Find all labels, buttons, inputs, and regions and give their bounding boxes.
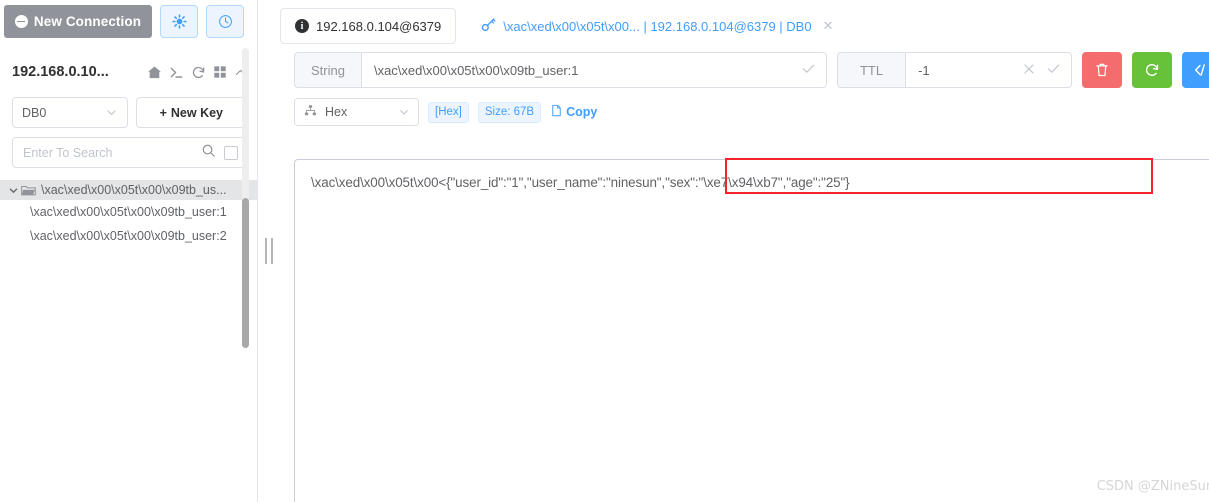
tab-connection-info[interactable]: i 192.168.0.104@6379 — [280, 8, 457, 44]
settings-button[interactable] — [160, 5, 198, 38]
tree-key-label: \xac\xed\x00\x05t\x00\x09tb_user:1 — [30, 205, 227, 219]
tree-key-item[interactable]: \xac\xed\x00\x05t\x00\x09tb_user:2 — [0, 224, 257, 248]
format-badge: [Hex] — [428, 101, 469, 123]
connection-header: 192.168.0.10... — [0, 55, 257, 89]
hierarchy-icon — [304, 104, 317, 120]
refresh-icon[interactable] — [191, 65, 206, 80]
tree-folder-label: \xac\xed\x00\x05t\x00\x09tb_us... — [41, 183, 227, 197]
key-icon — [481, 17, 496, 35]
view-format-value: Hex — [325, 105, 348, 119]
document-icon — [550, 104, 563, 120]
sidebar-scrollbar[interactable] — [242, 48, 249, 348]
history-button[interactable] — [206, 5, 244, 38]
tab-bar: i 192.168.0.104@6379 \xac\xed\x00\x05t\x… — [280, 0, 1209, 44]
plus-circle-icon — [14, 15, 28, 28]
tree-key-label: \xac\xed\x00\x05t\x00\x09tb_user:2 — [30, 229, 227, 243]
reload-key-button[interactable] — [1132, 52, 1173, 88]
connection-header-icons — [147, 65, 247, 80]
grid-icon[interactable] — [213, 65, 227, 79]
app-root: New Connection 192.168.0.10... DB0 + New… — [0, 0, 1209, 502]
tab-label: 192.168.0.104@6379 — [316, 18, 442, 34]
key-type-label: String — [294, 52, 361, 88]
splitter-grip-icon — [265, 238, 273, 264]
new-connection-label: New Connection — [33, 14, 142, 29]
ttl-input-actions — [1022, 61, 1061, 79]
key-input-group: String \xac\xed\x00\x05t\x00\x09tb_user:… — [294, 52, 827, 88]
confirm-icon[interactable] — [801, 61, 816, 79]
key-name-input[interactable]: \xac\xed\x00\x05t\x00\x09tb_user:1 — [360, 52, 827, 88]
key-input-actions — [801, 61, 816, 79]
tree-key-item[interactable]: \xac\xed\x00\x05t\x00\x09tb_user:1 — [0, 200, 257, 224]
tree-folder-node[interactable]: \xac\xed\x00\x05t\x00\x09tb_us... — [0, 180, 257, 200]
new-key-label: New Key — [170, 105, 223, 120]
tab-key-editor[interactable]: \xac\xed\x00\x05t\x00... | 192.168.0.104… — [466, 8, 849, 44]
refresh-icon — [1146, 63, 1159, 76]
delete-key-button[interactable] — [1082, 52, 1123, 88]
copy-button[interactable]: Copy — [550, 104, 597, 120]
key-name-value: \xac\xed\x00\x05t\x00\x09tb_user:1 — [373, 62, 579, 78]
connection-title: 192.168.0.10... — [12, 64, 109, 80]
new-key-button[interactable]: + New Key — [135, 97, 247, 128]
new-connection-button[interactable]: New Connection — [4, 5, 152, 38]
search-icon[interactable] — [201, 143, 216, 163]
chevron-down-icon — [106, 110, 116, 116]
value-text: \xac\xed\x00\x05t\x00<{"user_id":"1","us… — [311, 175, 850, 190]
key-tree: \xac\xed\x00\x05t\x00\x09tb_us... \xac\x… — [0, 180, 257, 248]
sidebar-scrollbar-thumb[interactable] — [242, 198, 249, 348]
ttl-value: -1 — [918, 62, 930, 78]
settings-icon — [171, 14, 187, 29]
format-bar: Hex [Hex] Size: 67B Copy — [280, 88, 1209, 126]
code-icon — [1194, 64, 1205, 76]
info-icon: i — [295, 19, 309, 33]
confirm-icon[interactable] — [1046, 61, 1061, 79]
plus-icon: + — [159, 105, 167, 120]
select-all-checkbox[interactable] — [224, 145, 238, 160]
panel-splitter[interactable] — [258, 0, 280, 502]
size-badge: Size: 67B — [477, 101, 542, 123]
value-textarea[interactable]: \xac\xed\x00\x05t\x00<{"user_id":"1","us… — [294, 159, 1209, 502]
clear-icon[interactable] — [1022, 62, 1036, 79]
db-select[interactable]: DB0 — [12, 97, 128, 128]
chevron-down-icon[interactable] — [8, 185, 21, 196]
history-clock-icon — [218, 15, 232, 28]
watermark: CSDN @ZNineSun — [1096, 479, 1209, 494]
ttl-label: TTL — [836, 52, 906, 88]
ttl-input-group: TTL -1 — [836, 52, 1073, 88]
home-icon[interactable] — [147, 65, 162, 80]
db-controls: DB0 + New Key — [0, 89, 257, 128]
db-select-value: DB0 — [22, 105, 47, 120]
search-input[interactable] — [23, 145, 201, 160]
trash-icon — [1096, 63, 1108, 77]
copy-label: Copy — [566, 105, 598, 119]
tab-label: \xac\xed\x00\x05t\x00... | 192.168.0.104… — [503, 18, 812, 34]
sidebar-toolbar: New Connection — [0, 0, 257, 43]
chevron-down-icon — [400, 110, 408, 115]
terminal-icon[interactable] — [169, 65, 184, 80]
view-format-select[interactable]: Hex — [294, 98, 419, 126]
ttl-input[interactable]: -1 — [905, 52, 1073, 88]
folder-icon — [21, 184, 36, 197]
close-icon[interactable]: ✕ — [823, 18, 834, 34]
main-panel: i 192.168.0.104@6379 \xac\xed\x00\x05t\x… — [280, 0, 1209, 502]
sidebar: New Connection 192.168.0.10... DB0 + New… — [0, 0, 258, 502]
search-box[interactable] — [12, 137, 247, 168]
code-view-button[interactable] — [1182, 52, 1209, 88]
key-editor-row: String \xac\xed\x00\x05t\x00\x09tb_user:… — [280, 44, 1209, 88]
